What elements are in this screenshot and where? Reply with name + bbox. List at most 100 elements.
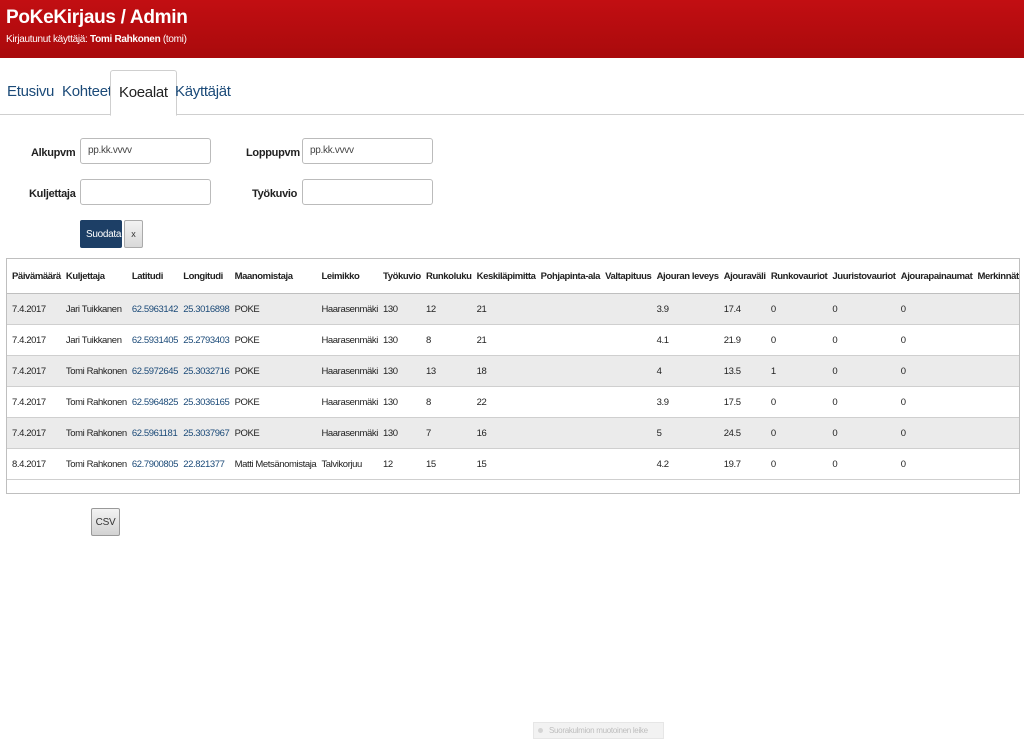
table-cell[interactable]: 62.5963142 <box>126 293 178 325</box>
end-date-label: Loppupvm <box>246 147 300 159</box>
column-header[interactable]: Merkinnät <box>972 259 1019 294</box>
table-cell: Haarasenmäki <box>316 293 378 325</box>
table-cell: 0 <box>895 355 973 387</box>
column-header[interactable]: Runkovauriot <box>765 259 828 294</box>
tab-etusivu[interactable]: Etusivu <box>7 70 54 113</box>
table-cell: 13 <box>421 355 472 387</box>
table-cell: Jari Tuikkanen <box>60 293 127 325</box>
table-cell: 13.5 <box>718 355 766 387</box>
table-cell <box>972 386 1019 418</box>
table-cell: 4.2 <box>651 448 719 480</box>
table-cell <box>535 293 601 325</box>
column-header[interactable]: Pohjapinta-ala <box>535 259 600 294</box>
column-header[interactable]: Kuljettaja <box>60 259 127 294</box>
table-cell: POKE <box>229 417 317 449</box>
table-cell: 0 <box>765 448 828 480</box>
table-row[interactable]: 8.4.2017 Tomi Rahkonen 62.7900805 22.821377… <box>7 448 1019 480</box>
end-date-input[interactable] <box>302 138 433 164</box>
table-cell[interactable]: 25.3016898 <box>178 293 230 325</box>
table-cell: 17.5 <box>718 386 766 418</box>
logged-in-info: Kirjautunut käyttäjä: Tomi Rahkonen (tom… <box>6 34 187 45</box>
tab-kayttajat[interactable]: Käyttäjät <box>175 70 231 113</box>
app-header: PoKeKirjaus / Admin Kirjautunut käyttäjä… <box>0 0 1024 58</box>
table-row[interactable]: 7.4.2017 Tomi Rahkonen 62.5961181 25.303796… <box>7 417 1019 449</box>
clear-filter-button[interactable]: x <box>124 220 143 248</box>
table-cell: 18 <box>471 355 536 387</box>
table-cell: 21 <box>471 324 536 356</box>
table-cell: 130 <box>378 293 422 325</box>
table-cell: 0 <box>765 386 828 418</box>
table-cell <box>535 355 601 387</box>
table-cell: 7.4.2017 <box>7 324 61 356</box>
table-cell[interactable]: 25.3037967 <box>178 417 230 449</box>
table-cell[interactable]: 25.3036165 <box>178 386 230 418</box>
table-row[interactable]: 7.4.2017 Jari Tuikkanen 62.5931405 25.27934… <box>7 324 1019 356</box>
table-cell: 0 <box>765 417 828 449</box>
plots-table-container: Päivämäärä Kuljettaja Latitudi Longitudi Maa… <box>6 258 1020 494</box>
table-cell[interactable]: 62.5961181 <box>126 417 179 449</box>
column-header[interactable]: Päivämäärä <box>7 259 61 294</box>
table-row[interactable]: 7.4.2017 Tomi Rahkonen 62.5972645 25.303271… <box>7 355 1019 387</box>
table-cell: 0 <box>895 293 973 325</box>
table-cell: Jari Tuikkanen <box>60 324 127 356</box>
start-date-input[interactable] <box>80 138 211 164</box>
table-cell <box>600 293 652 325</box>
bullet-icon <box>538 728 543 734</box>
driver-input[interactable] <box>80 179 211 205</box>
csv-export-button[interactable]: CSV <box>91 508 120 536</box>
table-cell: Haarasenmäki <box>316 355 378 387</box>
tab-kohteet[interactable]: Kohteet <box>62 70 112 113</box>
table-cell[interactable]: 25.2793403 <box>178 324 230 356</box>
table-cell[interactable]: 62.5964825 <box>126 386 178 418</box>
table-cell <box>600 386 652 418</box>
table-cell: 0 <box>827 448 896 480</box>
table-cell: Haarasenmäki <box>316 386 378 418</box>
table-row[interactable]: 7.4.2017 Jari Tuikkanen 62.5963142 25.30168… <box>7 293 1019 325</box>
table-cell: POKE <box>229 324 317 356</box>
table-cell: Tomi Rahkonen <box>60 355 127 387</box>
table-cell: Tomi Rahkonen <box>60 386 127 418</box>
table-cell[interactable]: 25.3032716 <box>178 355 230 387</box>
column-header[interactable]: Keskiläpimitta <box>471 259 536 294</box>
column-header[interactable]: Ajouran leveys <box>651 259 719 294</box>
table-cell: Matti Metsänomistaja <box>229 448 317 480</box>
table-cell: POKE <box>229 386 317 418</box>
table-cell: 16 <box>471 417 536 449</box>
column-header[interactable]: Longitudi <box>178 259 230 294</box>
table-cell[interactable]: 62.5972645 <box>126 355 178 387</box>
start-date-label: Alkupvm <box>31 147 76 159</box>
table-cell: 0 <box>827 324 896 356</box>
table-row[interactable]: 7.4.2017 Tomi Rahkonen 62.5964825 25.303616… <box>7 386 1019 418</box>
table-cell: 12 <box>421 293 472 325</box>
tab-koealat[interactable]: Koealat <box>110 70 177 116</box>
table-cell: 1 <box>765 355 828 387</box>
table-cell[interactable]: 62.5931405 <box>126 324 178 356</box>
plots-table: Päivämäärä Kuljettaja Latitudi Longitudi Maa… <box>7 259 1019 480</box>
column-header[interactable]: Latitudi <box>126 259 179 294</box>
table-cell <box>535 324 601 356</box>
table-cell: 7.4.2017 <box>7 355 61 387</box>
table-cell[interactable]: 62.7900805 <box>126 448 178 480</box>
filter-button[interactable]: Suodata <box>80 220 122 248</box>
workpattern-label: Työkuvio <box>252 188 298 200</box>
column-header[interactable]: Runkoluku <box>421 259 472 294</box>
table-body: 7.4.2017 Jari Tuikkanen 62.5963142 25.30168… <box>7 293 1019 480</box>
column-header[interactable]: Ajouraväli <box>718 259 766 294</box>
column-header[interactable]: Työkuvio <box>378 259 421 294</box>
faint-overlay-label: Suorakulmion muotoinen leike <box>533 722 664 739</box>
column-header[interactable]: Maanomistaja <box>229 259 317 294</box>
column-header[interactable]: Valtapituus <box>600 259 652 294</box>
tab-bar: Etusivu Kohteet Koealat Käyttäjät <box>0 70 1024 116</box>
table-cell: 0 <box>827 386 896 418</box>
workpattern-input[interactable] <box>302 179 433 205</box>
table-cell[interactable]: 22.821377 <box>178 448 230 480</box>
table-cell <box>600 417 652 449</box>
table-cell <box>972 355 1019 387</box>
table-cell: POKE <box>229 293 317 325</box>
table-cell: 130 <box>378 386 422 418</box>
column-header[interactable]: Ajourapainaumat <box>895 259 973 294</box>
table-cell: 0 <box>827 293 896 325</box>
table-cell: 0 <box>827 355 896 387</box>
column-header[interactable]: Juuristovauriot <box>827 259 896 294</box>
column-header[interactable]: Leimikko <box>316 259 379 294</box>
